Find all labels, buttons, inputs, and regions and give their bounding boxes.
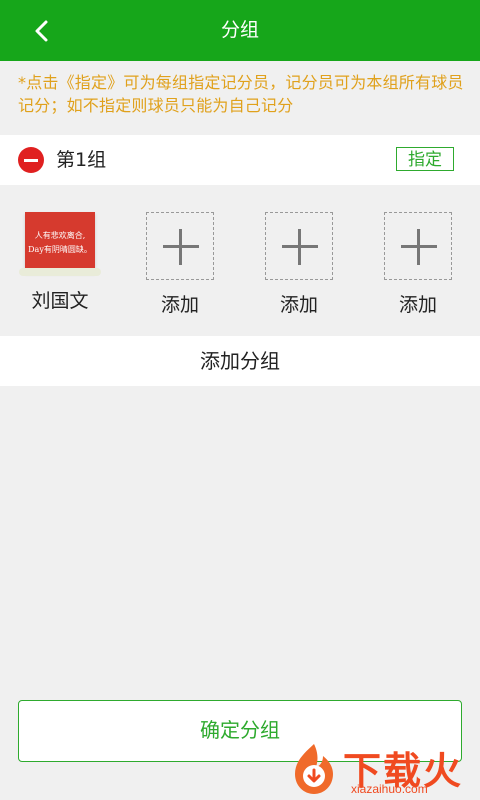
group-name: 第1组 (56, 149, 107, 171)
watermark: 下载火 xiazaihuo.com (285, 738, 480, 800)
avatar: 人有悲欢离合, Day有阴晴圆缺。 (19, 212, 101, 276)
page-title: 分组 (220, 19, 259, 41)
top-bar: 分组 (0, 0, 480, 61)
member-name: 刘国文 (31, 290, 89, 312)
flame-logo-icon (295, 744, 333, 794)
scorer-notice: *点击《指定》可为每组指定记分员，记分员可为本组所有球员记分；如不指定则球员只能… (18, 73, 464, 115)
member-list: 人有悲欢离合, Day有阴晴圆缺。 刘国文 添加 添加 添加 (0, 185, 480, 335)
remove-group-button[interactable] (18, 147, 44, 173)
member-item[interactable]: 人有悲欢离合, Day有阴晴圆缺。 刘国文 (10, 212, 110, 313)
add-member-label: 添加 (160, 294, 199, 316)
assign-scorer-button[interactable]: 指定 (396, 147, 454, 171)
add-member-slot[interactable]: 添加 (130, 212, 230, 317)
add-member-slot[interactable]: 添加 (368, 212, 468, 317)
watermark-url: xiazaihuo.com (351, 782, 428, 796)
add-member-slot[interactable]: 添加 (249, 212, 349, 317)
add-group-button[interactable]: 添加分组 (0, 336, 480, 386)
add-member-label: 添加 (279, 294, 318, 316)
plus-icon[interactable] (265, 212, 333, 280)
plus-icon[interactable] (384, 212, 452, 280)
add-member-label: 添加 (398, 294, 437, 316)
plus-icon[interactable] (146, 212, 214, 280)
